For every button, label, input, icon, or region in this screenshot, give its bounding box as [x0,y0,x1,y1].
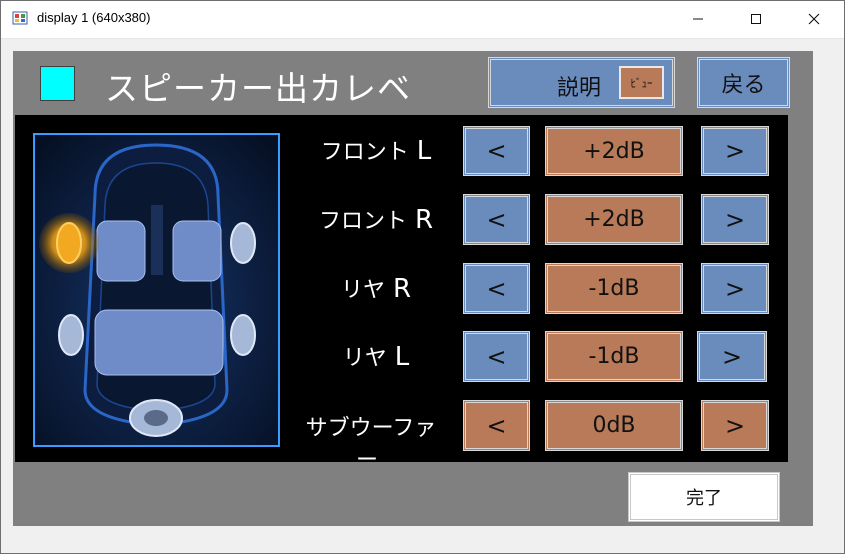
help-button-label: 説明 [557,76,602,101]
speaker-front-right [230,222,256,264]
status-indicator [40,66,75,101]
finish-button[interactable]: 完了 [628,472,780,522]
window-title-bar: display 1 (640x380) [0,0,845,39]
minimize-icon [693,18,703,20]
help-button[interactable]: 説明 ﾋﾞｭｰ [488,57,675,108]
speaker-label: サブウーファー [305,416,437,473]
page-title: スピーカー出カレベ [105,69,411,108]
car-speaker-diagram [33,133,280,447]
increase-button[interactable]: > [701,194,769,245]
speaker-label: リヤ R [340,274,412,304]
increase-button[interactable]: > [701,263,769,314]
speaker-label: フロント L [320,136,432,166]
speaker-label: フロント R [318,205,434,235]
level-value: +2dB [545,126,683,176]
level-value: -1dB [545,331,683,382]
speaker-rear-left [58,314,84,356]
level-value: +2dB [545,194,683,245]
speaker-label: リヤ L [342,342,410,372]
maximize-button[interactable] [727,0,785,38]
window-title: display 1 (640x380) [37,10,151,25]
speaker-front-left [39,213,99,273]
decrease-button[interactable]: < [463,263,530,314]
speaker-rear-right [230,314,256,356]
decrease-button[interactable]: < [463,194,530,245]
increase-button[interactable]: > [697,331,767,382]
speaker-subwoofer [129,399,183,437]
maximize-icon [751,14,761,24]
back-button[interactable]: 戻る [697,57,790,108]
decrease-button[interactable]: < [463,126,530,176]
increase-button[interactable]: > [701,400,769,451]
close-icon [808,13,820,25]
app-icon [12,11,28,25]
minimize-button[interactable] [669,0,727,38]
close-button[interactable] [785,0,843,38]
decrease-button[interactable]: < [463,400,530,451]
level-value: 0dB [545,400,683,451]
increase-button[interactable]: > [701,126,769,176]
car-topview-image [35,135,278,445]
decrease-button[interactable]: < [463,331,530,382]
view-hint-badge: ﾋﾞｭｰ [619,66,664,99]
level-value: -1dB [545,263,683,314]
